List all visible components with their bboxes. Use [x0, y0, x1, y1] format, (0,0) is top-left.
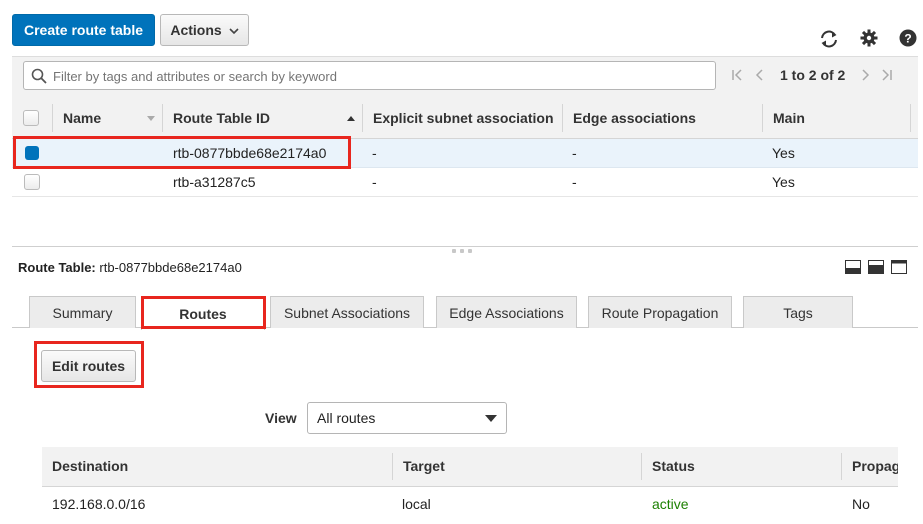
svg-text:?: ?: [904, 32, 911, 46]
row-main: Yes: [772, 145, 795, 161]
routes-table-header: [42, 447, 898, 487]
sort-ascending-icon[interactable]: [346, 113, 356, 123]
column-header-edge-associations[interactable]: Edge associations: [573, 110, 696, 126]
actions-label: Actions: [170, 22, 222, 38]
view-select-value: All routes: [317, 410, 376, 426]
route-propagated: No: [852, 496, 870, 512]
detail-title-label: Route Table:: [18, 260, 96, 275]
route-status: active: [652, 496, 689, 512]
column-header-main[interactable]: Main: [773, 110, 805, 126]
search-icon: [30, 67, 48, 85]
row-checkbox-checked[interactable]: [25, 146, 39, 160]
refresh-icon[interactable]: [818, 28, 840, 50]
row-edge-associations: -: [572, 145, 577, 161]
routes-header-destination: Destination: [52, 458, 129, 474]
table-row[interactable]: rtb-a31287c5 - - Yes: [12, 168, 918, 197]
row-route-table-id: rtb-a31287c5: [173, 174, 256, 190]
row-main: Yes: [772, 174, 795, 190]
tab-summary[interactable]: Summary: [29, 296, 136, 328]
first-page-icon[interactable]: [729, 67, 745, 83]
routes-header-target: Target: [403, 458, 445, 474]
last-page-icon[interactable]: [879, 67, 895, 83]
table-row: 192.168.0.0/16 local active No: [42, 487, 898, 521]
caret-down-icon: [484, 413, 498, 423]
layout-bottom-icon[interactable]: [844, 258, 862, 276]
column-header-name[interactable]: Name: [63, 110, 101, 126]
edit-routes-button[interactable]: Edit routes: [41, 350, 136, 382]
row-explicit-subnet: -: [372, 174, 377, 190]
tab-routes[interactable]: Routes: [141, 296, 265, 330]
panel-divider: [12, 246, 918, 247]
view-select[interactable]: All routes: [307, 402, 507, 434]
row-edge-associations: -: [572, 174, 577, 190]
routes-header-status: Status: [652, 458, 695, 474]
detail-title: Route Table: rtb-0877bbde68e2174a0: [18, 260, 242, 275]
layout-half-icon[interactable]: [867, 258, 885, 276]
tab-edge-associations[interactable]: Edge Associations: [436, 296, 577, 328]
next-page-icon[interactable]: [857, 67, 873, 83]
row-route-table-id: rtb-0877bbde68e2174a0: [173, 145, 327, 161]
table-row[interactable]: rtb-0877bbde68e2174a0 - - Yes: [12, 139, 918, 168]
gear-icon[interactable]: [858, 27, 880, 49]
tab-tags[interactable]: Tags: [743, 296, 853, 328]
detail-title-value: rtb-0877bbde68e2174a0: [99, 260, 242, 275]
chevron-down-icon: [229, 22, 239, 38]
select-all-checkbox[interactable]: [23, 110, 39, 126]
layout-full-icon[interactable]: [890, 258, 908, 276]
create-route-table-button[interactable]: Create route table: [12, 14, 155, 46]
column-header-explicit-subnet[interactable]: Explicit subnet association: [373, 110, 553, 126]
tab-subnet-associations[interactable]: Subnet Associations: [270, 296, 424, 328]
help-icon[interactable]: ?: [897, 27, 919, 49]
row-explicit-subnet: -: [372, 145, 377, 161]
actions-button[interactable]: Actions: [160, 14, 249, 46]
prev-page-icon[interactable]: [752, 67, 768, 83]
column-header-route-table-id[interactable]: Route Table ID: [173, 110, 270, 126]
filter-input-box[interactable]: [23, 61, 716, 90]
filter-input[interactable]: [51, 65, 705, 87]
sort-icon[interactable]: [146, 113, 156, 123]
view-label: View: [265, 410, 297, 426]
route-destination: 192.168.0.0/16: [52, 496, 146, 512]
pagination-text: 1 to 2 of 2: [780, 67, 846, 83]
route-target: local: [402, 496, 431, 512]
row-checkbox[interactable]: [24, 174, 40, 190]
resize-handle[interactable]: [452, 249, 476, 255]
routes-header-propagated: Propag: [852, 458, 898, 474]
tab-route-propagation[interactable]: Route Propagation: [588, 296, 732, 328]
